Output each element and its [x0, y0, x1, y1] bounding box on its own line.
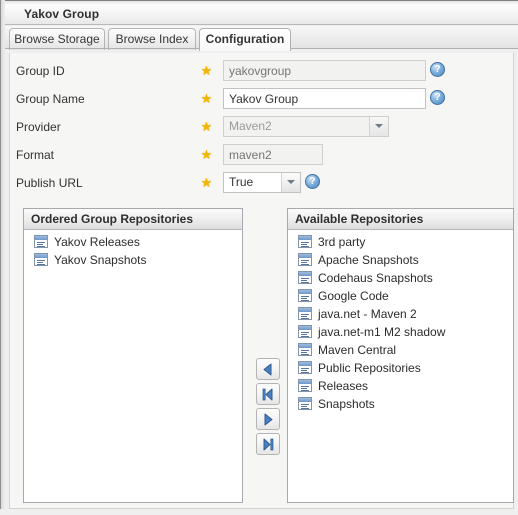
repository-name: 3rd party: [318, 235, 366, 249]
repository-icon: [298, 235, 312, 248]
available-repositories-list[interactable]: 3rd party Apache Snapshots Codehaus Snapsh…: [288, 230, 513, 502]
repository-icon: [298, 343, 312, 356]
repository-list-item[interactable]: Public Repositories: [297, 359, 513, 377]
repository-name: Public Repositories: [318, 361, 421, 375]
provider-select-value: Maven2: [229, 119, 272, 133]
repository-icon: [298, 289, 312, 302]
repository-group-configuration-window: Yakov Group Browse Storage Browse Index …: [0, 0, 518, 515]
form-row-format: Format ★: [10, 143, 515, 171]
panel-title: Ordered Group Repositories: [31, 212, 194, 226]
window-left-edge: [0, 0, 5, 515]
required-star-icon: ★: [200, 63, 213, 78]
group-id-input[interactable]: [223, 60, 426, 81]
repository-icon: [298, 325, 312, 338]
move-left-button[interactable]: [256, 358, 280, 380]
publish-url-select[interactable]: True: [223, 172, 301, 193]
repository-list-item[interactable]: Yakov Releases: [33, 233, 242, 251]
transfer-button-group: [256, 358, 280, 458]
repository-icon: [298, 271, 312, 284]
repository-name: Google Code: [318, 289, 389, 303]
panel-header: Ordered Group Repositories: [24, 209, 242, 230]
tab-label: Browse Storage: [14, 32, 100, 46]
field-label: Publish URL: [16, 176, 83, 190]
arrow-left-all-icon: [262, 388, 273, 401]
repository-name: Yakov Snapshots: [54, 253, 147, 267]
tab-browse-index[interactable]: Browse Index: [108, 28, 196, 50]
field-label: Group ID: [16, 64, 65, 78]
required-star-icon: ★: [200, 91, 213, 106]
repository-icon: [298, 379, 312, 392]
chevron-down-icon: [281, 173, 300, 192]
repository-list-item[interactable]: Codehaus Snapshots: [297, 269, 513, 287]
configuration-panel: Group ID ★ Group Name ★ Provider ★ Maven…: [9, 53, 514, 509]
panel-title: Available Repositories: [295, 212, 424, 226]
arrow-left-icon: [263, 363, 272, 376]
repository-name: Yakov Releases: [54, 235, 140, 249]
form-row-group-name: Group Name ★: [10, 87, 515, 115]
form-row-provider: Provider ★ Maven2: [10, 115, 515, 143]
provider-select[interactable]: Maven2: [223, 116, 389, 137]
format-input[interactable]: [223, 144, 323, 165]
repository-list-item[interactable]: Releases: [297, 377, 513, 395]
repository-name: Releases: [318, 379, 369, 393]
repository-icon: [34, 253, 48, 266]
repository-name: java.net-m1 M2 shadow: [318, 325, 446, 339]
tab-label: Browse Index: [115, 32, 189, 46]
tab-label: Configuration: [205, 32, 285, 46]
form-row-publish-url: Publish URL ★ True: [10, 171, 515, 199]
repository-icon: [298, 307, 312, 320]
arrow-right-icon: [264, 413, 273, 426]
repository-list-item[interactable]: 3rd party: [297, 233, 513, 251]
help-circle-icon[interactable]: [430, 90, 445, 105]
required-star-icon: ★: [200, 147, 213, 162]
tab-configuration[interactable]: Configuration: [199, 28, 291, 51]
move-right-button[interactable]: [256, 408, 280, 430]
tab-bar: Browse Storage Browse Index Configuratio…: [5, 26, 518, 51]
panel-header: Available Repositories: [288, 209, 513, 230]
repository-name: Codehaus Snapshots: [318, 271, 433, 285]
tab-browse-storage[interactable]: Browse Storage: [9, 28, 105, 50]
help-circle-icon[interactable]: [305, 174, 320, 189]
repository-icon: [34, 235, 48, 248]
repository-icon: [298, 361, 312, 374]
repository-list-item[interactable]: Apache Snapshots: [297, 251, 513, 269]
repository-list-item[interactable]: java.net-m1 M2 shadow: [297, 323, 513, 341]
page-title: Yakov Group: [24, 7, 100, 21]
arrow-right-all-icon: [263, 438, 274, 451]
repository-list-item[interactable]: Maven Central: [297, 341, 513, 359]
window-titlebar: Yakov Group: [5, 4, 518, 25]
repository-list-item[interactable]: java.net - Maven 2: [297, 305, 513, 323]
repository-name: java.net - Maven 2: [318, 307, 417, 321]
repository-icon: [298, 397, 312, 410]
repository-icon: [298, 253, 312, 266]
required-star-icon: ★: [200, 175, 213, 190]
repository-name: Apache Snapshots: [318, 253, 419, 267]
repository-list-item[interactable]: Google Code: [297, 287, 513, 305]
publish-url-select-value: True: [229, 175, 254, 189]
ordered-group-repositories-panel: Ordered Group Repositories Yakov Release…: [23, 208, 243, 503]
field-label: Format: [16, 148, 55, 162]
help-circle-icon[interactable]: [430, 62, 445, 77]
repository-name: Snapshots: [318, 397, 375, 411]
repository-name: Maven Central: [318, 343, 397, 357]
repository-list-item[interactable]: Snapshots: [297, 395, 513, 413]
field-label: Provider: [16, 120, 61, 134]
group-name-input[interactable]: [223, 88, 426, 109]
repository-list-item[interactable]: Yakov Snapshots: [33, 251, 242, 269]
required-star-icon: ★: [200, 119, 213, 134]
chevron-down-icon: [369, 117, 388, 136]
available-repositories-panel: Available Repositories 3rd party Apache S…: [287, 208, 514, 503]
field-label: Group Name: [16, 92, 85, 106]
window-bottom-edge: [0, 509, 518, 515]
ordered-group-repositories-list[interactable]: Yakov Releases Yakov Snapshots: [24, 230, 242, 502]
form-row-group-id: Group ID ★: [10, 59, 515, 87]
move-all-right-button[interactable]: [256, 433, 280, 455]
move-all-left-button[interactable]: [256, 383, 280, 405]
